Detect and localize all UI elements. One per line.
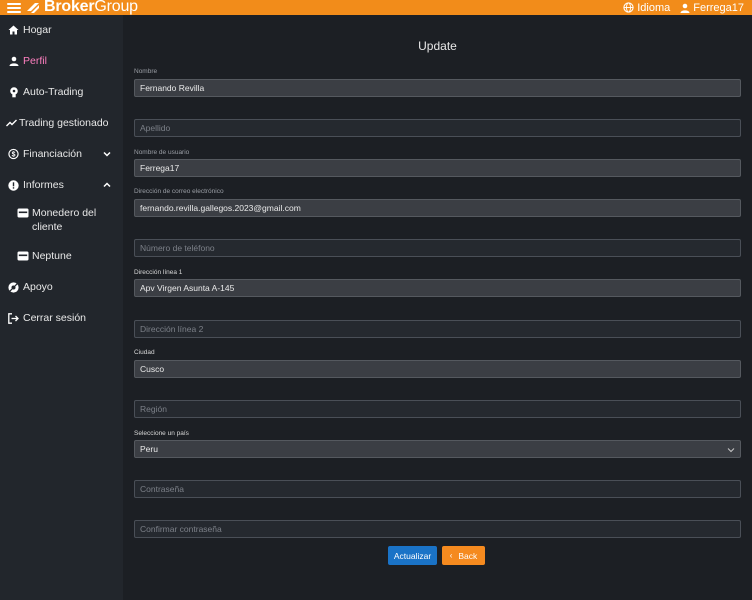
wallet-icon [17,251,29,261]
sidebar-item-label: Cerrar sesión [23,312,87,324]
email-label: Dirección de correo electrónico [134,188,224,195]
top-bar: BrokerGroup Idioma Ferrega17 [0,0,752,15]
nombre-label: Nombre [134,68,158,75]
user-menu[interactable]: Ferrega17 [680,2,744,14]
nombre-input[interactable] [140,83,740,93]
region-input[interactable] [140,404,740,414]
sidebar-item-label: Trading gestionado [19,117,109,129]
support-icon [8,281,19,293]
direccion2-input[interactable] [140,324,740,334]
logo-mark-icon [27,2,39,13]
brand-name: BrokerGroup [44,0,138,15]
email-field[interactable] [134,199,741,217]
sidebar: Hogar Perfil Auto-Trading Trading gestio… [0,15,123,600]
globe-icon [623,2,634,13]
sidebar-item-label: Perfil [23,55,47,67]
direccion1-field[interactable] [134,279,741,297]
pais-selected-value: Peru [140,444,158,454]
pais-label: Seleccione un país [134,430,189,437]
ciudad-field[interactable] [134,360,741,378]
sidebar-item-financiacion[interactable]: $ Financiación [0,148,123,160]
confirm-password-field[interactable] [134,520,741,538]
apellido-input[interactable] [140,123,740,133]
sidebar-item-cerrar-sesion[interactable]: Cerrar sesión [0,312,123,324]
password-field[interactable] [134,480,741,498]
sidebar-item-perfil[interactable]: Perfil [0,55,123,67]
language-label: Idioma [637,1,671,14]
sidebar-item-label: Monedero del cliente [32,207,97,233]
sidebar-item-label: Neptune [32,250,72,262]
username-label: Ferrega17 [693,1,744,14]
hamburger-menu-icon[interactable] [7,3,21,13]
back-button[interactable]: ‹ Back [442,546,485,565]
back-arrow-icon: ‹ [449,551,453,560]
nombre-field[interactable] [134,79,741,97]
region-field[interactable] [134,400,741,418]
bulb-icon [8,86,19,98]
main-content: Update Nombre Nombre de usuario Direcció… [123,15,752,600]
language-selector[interactable]: Idioma [623,2,670,14]
brand-logo[interactable]: BrokerGroup [26,0,138,16]
sidebar-item-label: Financiación [23,148,82,160]
chevron-down-icon [727,448,735,453]
telefono-input[interactable] [140,243,740,253]
user-icon [8,56,19,67]
direccion2-field[interactable] [134,320,741,338]
password-input[interactable] [140,484,740,494]
sidebar-item-label: Auto-Trading [23,86,84,98]
sidebar-item-apoyo[interactable]: Apoyo [0,281,123,293]
chevron-up-icon[interactable] [103,181,111,189]
finance-icon: $ [8,148,19,160]
ciudad-label: Ciudad [134,349,155,356]
sidebar-item-auto-trading[interactable]: Auto-Trading [0,86,123,98]
ciudad-input[interactable] [140,364,740,374]
sidebar-item-trading-gestionado[interactable]: Trading gestionado [0,117,123,129]
logout-icon [8,312,19,324]
direccion1-label: Dirección línea 1 [134,269,183,276]
back-button-label: Back [458,550,478,561]
info-icon [8,179,19,191]
telefono-field[interactable] [134,239,741,257]
usuario-field[interactable] [134,159,741,177]
user-icon [680,3,690,13]
apellido-field[interactable] [134,119,741,137]
email-input[interactable] [140,203,740,213]
chevron-down-icon[interactable] [103,150,111,158]
sidebar-item-hogar[interactable]: Hogar [0,24,123,36]
svg-text:$: $ [12,152,16,159]
sidebar-subitem-neptune[interactable]: Neptune [0,249,123,263]
wallet-icon [17,208,29,218]
sidebar-subitem-monedero[interactable]: Monedero del cliente [0,206,123,234]
home-icon [8,25,19,36]
sidebar-item-informes[interactable]: Informes [0,179,123,191]
sidebar-item-label: Informes [23,179,64,191]
usuario-input[interactable] [140,163,740,173]
pais-select[interactable]: Peru [134,440,741,458]
usuario-label: Nombre de usuario [134,149,190,156]
sidebar-item-label: Hogar [23,24,52,36]
sidebar-item-label: Apoyo [23,281,53,293]
page-title: Update [418,39,457,53]
trend-icon [6,118,17,129]
confirm-password-input[interactable] [140,524,740,534]
update-button[interactable]: Actualizar [388,546,437,565]
direccion1-input[interactable] [140,283,740,293]
